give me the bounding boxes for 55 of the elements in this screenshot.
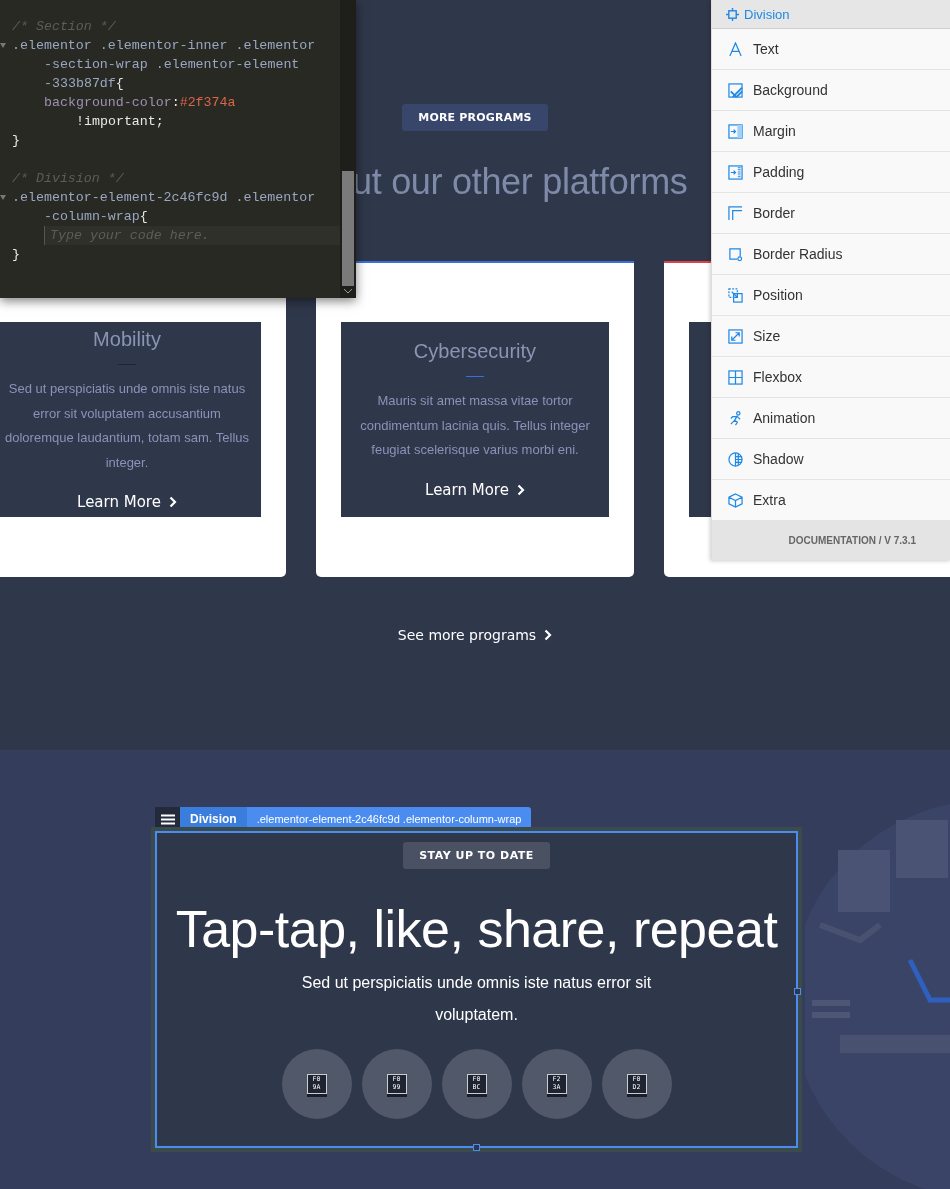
section-description: Sed ut perspiciatis unde omnis iste natus error sit voluptatem.	[300, 973, 653, 1025]
scroll-down-icon[interactable]	[343, 288, 353, 294]
code-line: -333b87df{	[43, 75, 125, 93]
learn-more-link[interactable]: Learn More	[77, 493, 177, 511]
scrollbar[interactable]	[340, 0, 356, 298]
style-menu-item[interactable]: Flexbox	[712, 357, 950, 398]
documentation-link[interactable]: DOCUMENTATION / V 7.3.1	[712, 521, 950, 560]
card-title: Cybersecurity	[413, 340, 537, 364]
chevron-icon	[168, 496, 177, 508]
style-menu-item[interactable]: Padding	[712, 152, 950, 193]
border-icon	[728, 205, 743, 221]
menu-icon	[160, 813, 175, 825]
code-line: -section-wrap .elementor-element	[43, 56, 301, 74]
card-description: Mauris sit amet massa vitae tortor condimentum lacinia quis. Tellus integer feugiat scelerisque varius morbi eni.	[359, 392, 591, 460]
text-icon	[728, 41, 743, 57]
see-more-link[interactable]: See more programs	[397, 627, 553, 643]
section-heading: Tap-tap, like, share, repeat	[175, 899, 778, 959]
style-menu-item[interactable]: Size	[712, 316, 950, 357]
margin-icon	[728, 123, 743, 139]
chevron-icon	[544, 629, 553, 641]
code-line: -column-wrap{	[43, 208, 149, 226]
fold-icon[interactable]	[0, 195, 6, 200]
card-description: Sed ut perspiciatis unde omnis iste natus error sit voluptatem accusantium doloremque laudantium, totam sam. Tellus integer.	[4, 380, 250, 472]
grid-icon	[728, 369, 743, 385]
style-menu-item[interactable]: Animation	[712, 398, 950, 439]
size-icon	[728, 328, 743, 344]
resize-handle[interactable]	[473, 1144, 480, 1151]
learn-more-link[interactable]: Learn More	[425, 480, 525, 499]
code-line: .elementor .elementor-inner .elementor	[12, 37, 317, 55]
style-menu-item[interactable]: Border	[712, 193, 950, 234]
card-title: Mobility	[93, 328, 161, 351]
position-icon	[728, 287, 743, 303]
section-badge: MORE PROGRAMS	[402, 104, 548, 131]
resize-handle[interactable]	[794, 988, 801, 995]
shadow-icon	[728, 451, 743, 467]
background-icon	[728, 82, 743, 98]
code-line: .elementor-element-2c46fc9d .elementor	[12, 189, 317, 207]
style-menu-item[interactable]: Shadow	[712, 439, 950, 480]
style-menu-item[interactable]: Border Radius	[712, 234, 950, 275]
cube-icon	[728, 492, 743, 508]
padding-icon	[728, 164, 743, 180]
border-radius-icon	[728, 246, 743, 262]
code-line: background-color:#2f374a	[43, 94, 237, 112]
style-menu-item[interactable]: Background	[712, 70, 950, 111]
frame-icon	[726, 7, 739, 21]
style-menu-item[interactable]: Text	[712, 29, 950, 70]
runner-icon	[728, 410, 743, 426]
chevron-icon	[516, 483, 525, 496]
section-badge: STAY UP TO DATE	[403, 842, 550, 869]
style-menu-item[interactable]: Margin	[712, 111, 950, 152]
fold-icon[interactable]	[0, 43, 6, 48]
code-line: }	[12, 132, 21, 150]
code-line: }	[12, 246, 21, 264]
style-menu-item[interactable]: Position	[712, 275, 950, 316]
code-line: !important;	[75, 113, 165, 131]
